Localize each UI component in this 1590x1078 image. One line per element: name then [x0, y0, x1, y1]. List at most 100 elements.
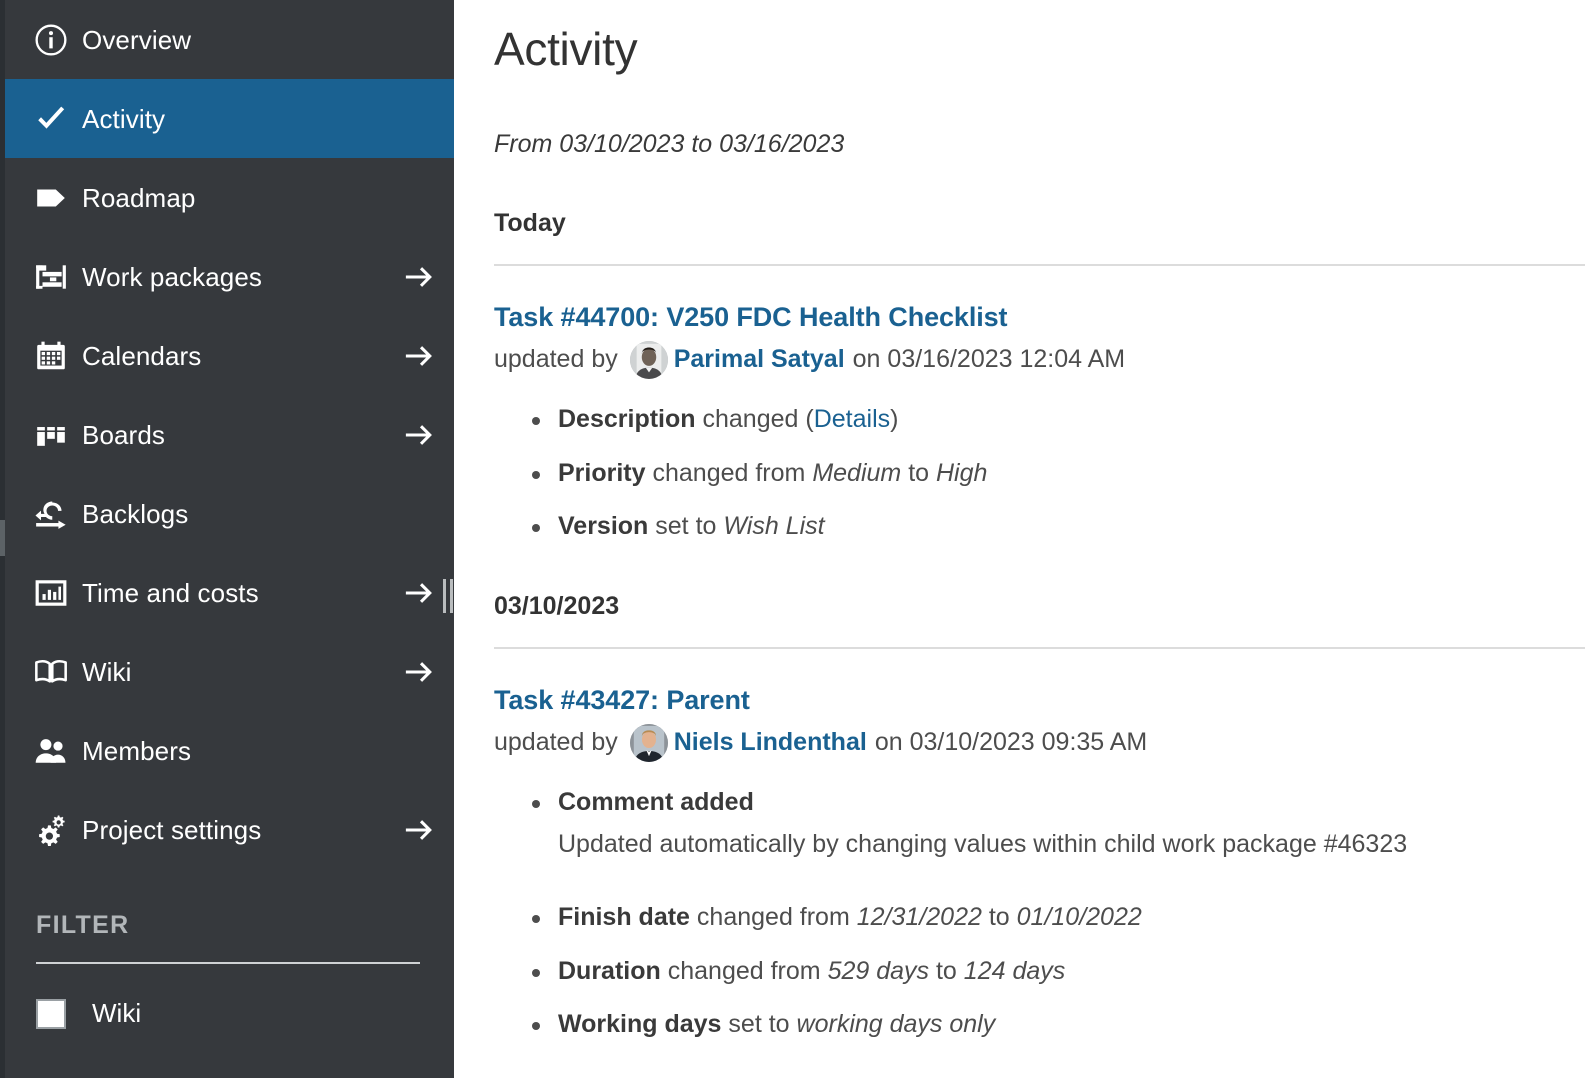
- time-costs-icon: [20, 576, 82, 610]
- avatar: [630, 724, 668, 762]
- activity-change-item: Description changed (Details): [558, 405, 1590, 435]
- change-to-word: to: [908, 459, 929, 487]
- comment-text: Updated automatically by changing values…: [558, 829, 1590, 859]
- change-new-value: 01/10/2022: [1017, 903, 1142, 931]
- filter-divider: [36, 962, 420, 964]
- change-field-name: Comment added: [558, 788, 754, 816]
- change-field-name: Finish date: [558, 903, 690, 931]
- change-to-word: to: [936, 957, 957, 985]
- activity-change-item: Comment added Updated automatically by ch…: [558, 788, 1590, 860]
- activity-entry-meta: updated byParimal Satyalon 03/16/2023 12…: [494, 341, 1590, 379]
- filter-label-wiki: Wiki: [92, 998, 141, 1029]
- change-verb: set to: [655, 512, 716, 540]
- sidebar-item-members[interactable]: Members: [0, 711, 454, 790]
- activity-entry-title-link[interactable]: Task #44700: V250 FDC Health Checklist: [494, 302, 1007, 333]
- arrow-right-icon[interactable]: [402, 420, 436, 450]
- sidebar-item-label: Members: [82, 738, 402, 764]
- change-field-name: Version: [558, 512, 648, 540]
- change-field-name: Priority: [558, 459, 646, 487]
- activity-day-heading: 03/10/2023: [494, 592, 1590, 621]
- sidebar-item-label: Overview: [82, 27, 402, 53]
- filter-option-wiki[interactable]: Wiki: [36, 998, 420, 1029]
- sidebar-item-wiki[interactable]: Wiki: [0, 632, 454, 711]
- activity-entry-title-link[interactable]: Task #43427: Parent: [494, 685, 750, 716]
- arrow-right-icon[interactable]: [402, 341, 436, 371]
- updated-by-label: updated by: [494, 346, 618, 374]
- backlogs-icon: [20, 497, 82, 531]
- change-verb: changed from: [697, 903, 850, 931]
- sidebar-item-roadmap[interactable]: Roadmap: [0, 158, 454, 237]
- activity-change-item: Duration changed from 529 days to 124 da…: [558, 957, 1590, 987]
- filter-checkbox-wiki[interactable]: [36, 999, 66, 1029]
- sidebar-item-label: Boards: [82, 422, 402, 448]
- change-field-name: Duration: [558, 957, 661, 985]
- gear-icon: [20, 813, 82, 847]
- sidebar-item-project-settings[interactable]: Project settings: [0, 790, 454, 869]
- sidebar-item-activity[interactable]: Activity: [0, 79, 454, 158]
- calendar-icon: [20, 339, 82, 373]
- members-icon: [20, 734, 82, 768]
- sidebar-filter-block: FILTER Wiki: [0, 911, 454, 1029]
- sidebar-item-label: Backlogs: [82, 501, 402, 527]
- change-verb: set to: [728, 1010, 789, 1038]
- app-left-rail: [0, 0, 5, 1078]
- main-content: Activity From 03/10/2023 to 03/16/2023 T…: [454, 0, 1590, 1078]
- arrow-right-icon[interactable]: [402, 578, 436, 608]
- change-field-name: Description: [558, 405, 696, 433]
- sidebar-item-boards[interactable]: Boards: [0, 395, 454, 474]
- section-divider: [494, 647, 1585, 649]
- section-divider: [494, 264, 1585, 266]
- resize-grip-bar: [443, 579, 446, 613]
- activity-author-link[interactable]: Parimal Satyal: [674, 346, 845, 374]
- sidebar-item-label: Wiki: [82, 659, 402, 685]
- activity-change-list: Comment added Updated automatically by ch…: [494, 788, 1590, 1040]
- app-rail-scroll-thumb[interactable]: [0, 520, 5, 556]
- sidebar-item-calendars[interactable]: Calendars: [0, 316, 454, 395]
- change-field-name: Working days: [558, 1010, 721, 1038]
- activity-entry: Task #44700: V250 FDC Health Checklist up…: [494, 302, 1590, 542]
- change-verb: changed from: [668, 957, 821, 985]
- arrow-right-icon[interactable]: [402, 815, 436, 845]
- sidebar-item-label: Project settings: [82, 817, 402, 843]
- sidebar-item-label: Roadmap: [82, 185, 402, 211]
- activity-timestamp: on 03/10/2023 09:35 AM: [875, 729, 1147, 757]
- sidebar-item-work-packages[interactable]: Work packages: [0, 237, 454, 316]
- activity-change-item: Version set to Wish List: [558, 512, 1590, 542]
- sidebar-item-overview[interactable]: Overview: [0, 0, 454, 79]
- activity-day-heading: Today: [494, 209, 1590, 238]
- page-title: Activity: [494, 22, 1590, 76]
- sidebar-item-label: Time and costs: [82, 580, 402, 606]
- updated-by-label: updated by: [494, 729, 618, 757]
- resize-grip-bar: [450, 579, 453, 613]
- arrow-right-icon[interactable]: [402, 657, 436, 687]
- change-old-value: 529 days: [828, 957, 929, 985]
- activity-entry: Task #43427: Parent updated by Niels Linde…: [494, 685, 1590, 1040]
- work-packages-icon: [20, 260, 82, 294]
- activity-change-item: Priority changed from Medium to High: [558, 459, 1590, 489]
- change-details-link[interactable]: Details: [814, 405, 890, 433]
- activity-date-range: From 03/10/2023 to 03/16/2023: [494, 130, 1590, 159]
- info-circle-icon: [20, 23, 82, 57]
- filter-section-title: FILTER: [36, 911, 420, 940]
- activity-change-item: Working days set to working days only: [558, 1010, 1590, 1040]
- change-old-value: Medium: [812, 459, 901, 487]
- change-verb: changed from: [652, 459, 805, 487]
- change-old-value: working days only: [797, 1010, 996, 1038]
- change-new-value: High: [936, 459, 987, 487]
- change-to-word: to: [989, 903, 1010, 931]
- sidebar-item-label: Calendars: [82, 343, 402, 369]
- activity-change-list: Description changed (Details) Priority ch…: [494, 405, 1590, 542]
- sidebar-item-backlogs[interactable]: Backlogs: [0, 474, 454, 553]
- sidebar-item-time-and-costs[interactable]: Time and costs: [0, 553, 454, 632]
- book-icon: [20, 655, 82, 689]
- change-new-value: 124 days: [964, 957, 1065, 985]
- change-old-value: 12/31/2022: [857, 903, 982, 931]
- tag-icon: [20, 181, 82, 215]
- activity-author-link[interactable]: Niels Lindenthal: [674, 729, 867, 757]
- arrow-right-icon[interactable]: [402, 262, 436, 292]
- sidebar-resize-handle[interactable]: [441, 578, 454, 614]
- boards-icon: [20, 418, 82, 452]
- sidebar-item-label: Activity: [82, 106, 402, 132]
- activity-groups: Today Task #44700: V250 FDC Health Checkl…: [494, 209, 1590, 1040]
- project-sidebar: Overview Activity Roadmap Work packages Cale…: [0, 0, 454, 1078]
